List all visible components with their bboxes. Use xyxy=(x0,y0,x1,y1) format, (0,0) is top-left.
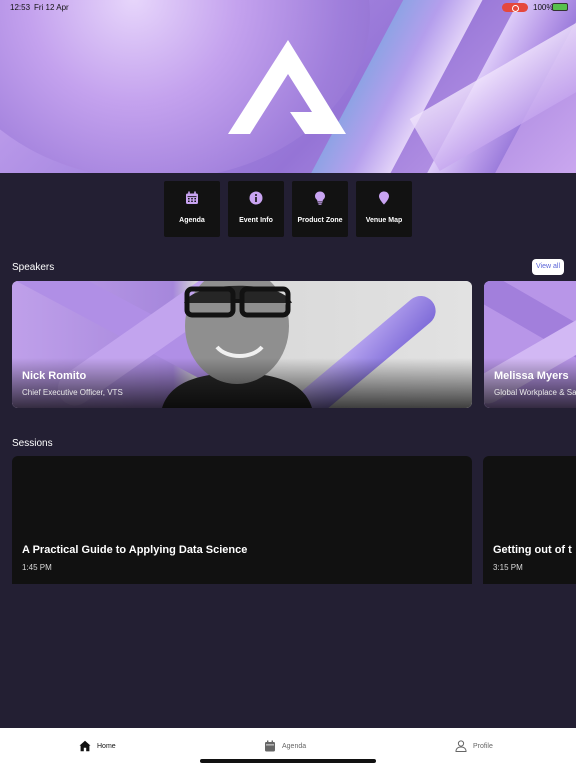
person-icon xyxy=(455,740,467,752)
calendar-icon xyxy=(186,191,198,204)
speaker-role: Chief Executive Officer, VTS xyxy=(22,388,123,397)
speakers-section-title: Speakers xyxy=(12,262,55,273)
quick-action-label: Product Zone xyxy=(297,217,343,224)
session-card[interactable]: Getting out of t 3:15 PM xyxy=(483,456,576,584)
quick-action-label: Agenda xyxy=(179,217,205,224)
battery-percentage: 100% xyxy=(533,3,554,12)
tab-label: Agenda xyxy=(282,742,307,750)
tab-label: Profile xyxy=(473,742,493,750)
speaker-role: Global Workplace & Sa xyxy=(494,388,576,397)
view-all-speakers-button[interactable]: View all xyxy=(532,259,564,275)
brand-a-logo xyxy=(228,40,346,134)
lightbulb-icon xyxy=(315,191,325,205)
speaker-card[interactable]: Nick Romito Chief Executive Officer, VTS xyxy=(12,281,472,408)
hero-banner xyxy=(0,0,576,173)
tab-agenda[interactable]: Agenda xyxy=(264,740,306,752)
speaker-name: Melissa Myers xyxy=(494,370,569,382)
screen-recording-icon xyxy=(502,3,528,12)
quick-action-agenda[interactable]: Agenda xyxy=(164,181,220,237)
status-time: 12:53 xyxy=(10,3,31,12)
home-indicator[interactable] xyxy=(200,759,376,763)
tab-label: Home xyxy=(97,742,116,750)
calendar-icon xyxy=(265,740,275,752)
session-title: A Practical Guide to Applying Data Scien… xyxy=(22,544,248,556)
card-shade xyxy=(484,358,576,408)
quick-action-label: Venue Map xyxy=(365,217,403,224)
speaker-card[interactable]: Melissa Myers Global Workplace & Sa xyxy=(484,281,576,408)
session-title: Getting out of t xyxy=(493,544,572,556)
session-card[interactable]: A Practical Guide to Applying Data Scien… xyxy=(12,456,472,584)
session-time: 3:15 PM xyxy=(493,563,523,572)
card-shade xyxy=(12,358,472,408)
map-pin-icon xyxy=(379,191,389,205)
quick-action-event-info[interactable]: Event Info xyxy=(228,181,284,237)
speaker-name: Nick Romito xyxy=(22,370,87,382)
quick-action-product-zone[interactable]: Product Zone xyxy=(292,181,348,237)
status-bar: 12:53 Fri 12 Apr 100% xyxy=(0,0,576,16)
battery-icon xyxy=(552,3,568,11)
tab-home[interactable]: Home xyxy=(79,740,116,752)
quick-action-label: Event Info xyxy=(239,217,273,224)
home-icon xyxy=(79,740,91,752)
status-date: Fri 12 Apr xyxy=(34,3,69,12)
sessions-section-title: Sessions xyxy=(12,438,53,449)
tab-profile[interactable]: Profile xyxy=(455,740,493,752)
info-icon xyxy=(249,191,263,205)
session-time: 1:45 PM xyxy=(22,563,52,572)
quick-action-venue-map[interactable]: Venue Map xyxy=(356,181,412,237)
